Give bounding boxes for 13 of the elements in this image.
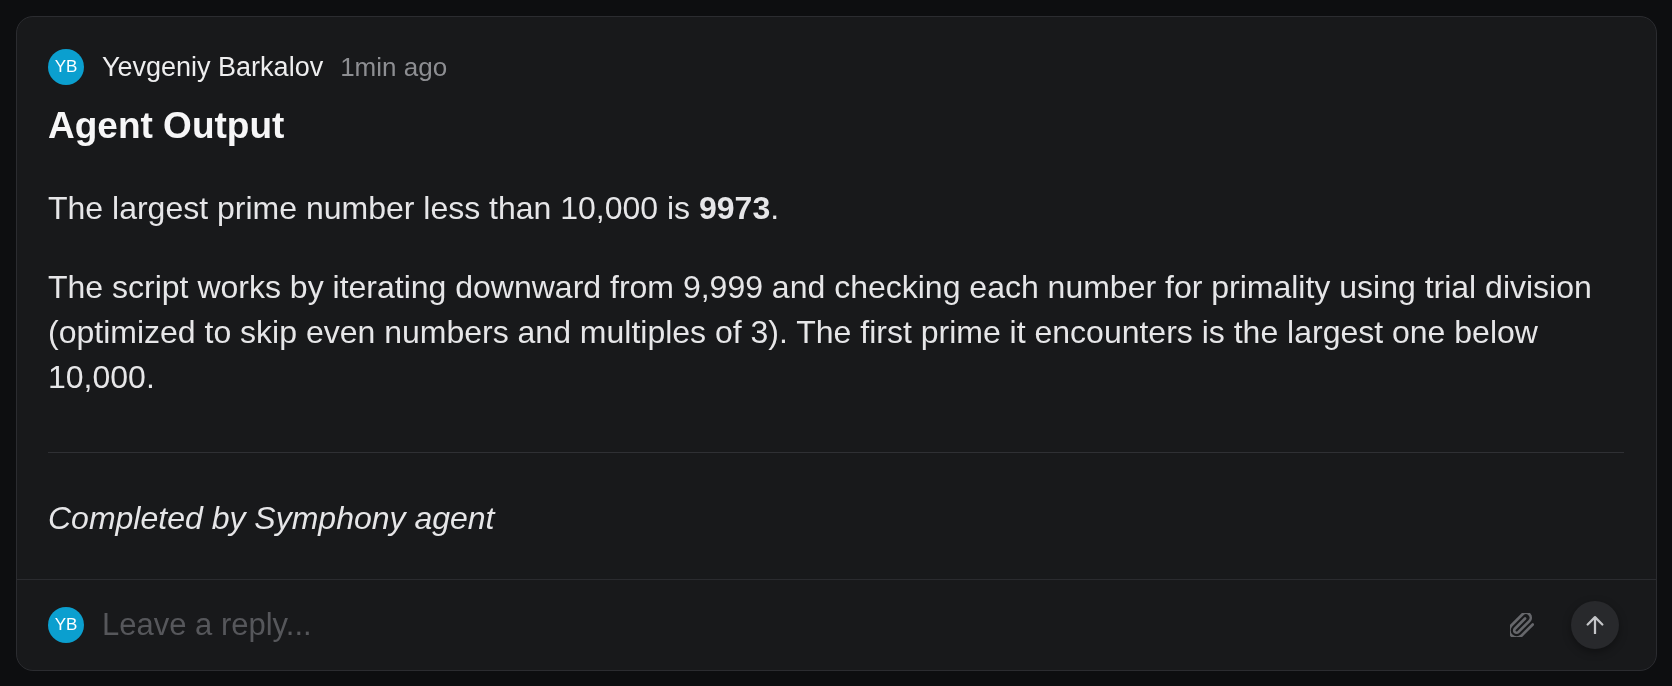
author-name: Yevgeniy Barkalov [102, 51, 324, 84]
author-avatar: YB [48, 49, 84, 85]
user-avatar: YB [48, 607, 84, 643]
arrow-up-icon [1586, 616, 1604, 634]
completion-note: Completed by Symphony agent [48, 499, 495, 538]
paperclip-icon [1510, 613, 1534, 637]
send-button[interactable] [1571, 601, 1619, 649]
attach-button[interactable] [1510, 613, 1534, 637]
message-paragraph: The largest prime number less than 10,000 is 9973. [48, 189, 780, 228]
timestamp: 1min ago [340, 51, 448, 84]
message-title: Agent Output [48, 104, 285, 148]
reply-field[interactable]: Leave a reply... [102, 603, 1480, 647]
message-paragraph: The script works by iterating downward from 9,999 and checking each number for primality using trial division (optimized to skip even numbers and multiples of 3). The first prime it encounters is the largest one below 10,000. [48, 268, 1593, 397]
